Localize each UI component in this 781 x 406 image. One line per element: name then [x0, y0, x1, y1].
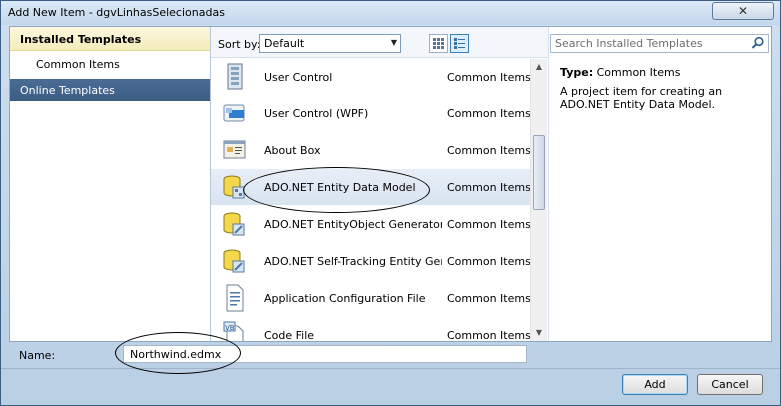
entity-generator-icon	[223, 212, 245, 236]
cancel-button[interactable]: Cancel	[697, 374, 763, 395]
template-category: Common Items	[447, 255, 531, 268]
title-bar: Add New Item - dgvLinhasSelecionadas ✕	[1, 1, 780, 25]
template-item[interactable]: VB Code File Common Items	[211, 317, 538, 341]
nav-online-templates[interactable]: Online Templates	[10, 79, 210, 101]
template-item[interactable]: ADO.NET Self-Tracking Entity Gener... Co…	[211, 243, 538, 279]
small-icons-view-button[interactable]	[429, 34, 448, 53]
template-category: Common Items	[447, 71, 531, 84]
template-type: Type: Common Items	[560, 66, 680, 79]
chevron-down-icon: ▼	[390, 38, 397, 47]
entity-generator-icon	[223, 249, 245, 273]
add-new-item-dialog: Add New Item - dgvLinhasSelecionadas ✕ I…	[0, 0, 781, 406]
name-label: Name:	[19, 349, 56, 362]
add-button[interactable]: Add	[622, 374, 688, 395]
scroll-down-icon[interactable]: ▼	[531, 325, 547, 341]
template-list: User Control Common Items User Control (…	[211, 59, 538, 341]
search-installed-templates-input[interactable]: Search Installed Templates	[550, 34, 769, 53]
template-navigation: Installed Templates Common Items Online …	[10, 27, 211, 341]
template-category: Common Items	[447, 218, 531, 231]
sort-by-dropdown[interactable]: Default ▼	[259, 34, 401, 53]
nav-common-items[interactable]: Common Items	[36, 58, 120, 71]
template-description: A project item for creating an ADO.NET E…	[560, 85, 723, 111]
scrollbar-thumb[interactable]	[533, 135, 545, 210]
type-value: Common Items	[596, 66, 681, 79]
type-label: Type:	[560, 66, 594, 79]
list-view-icon	[454, 38, 465, 49]
template-category: Common Items	[447, 292, 531, 305]
sort-by-value: Default	[264, 37, 305, 50]
template-name: User Control (WPF)	[264, 107, 369, 120]
wpf-user-control-icon	[223, 104, 245, 122]
code-file-icon: VB	[223, 321, 244, 341]
template-name: Application Configuration File	[264, 292, 426, 305]
search-icon[interactable]	[751, 36, 765, 50]
template-name: About Box	[264, 144, 321, 157]
template-item[interactable]: ADO.NET EntityObject Generator Common It…	[211, 206, 538, 242]
nav-installed-templates[interactable]: Installed Templates	[10, 27, 210, 51]
config-file-icon	[226, 284, 244, 312]
search-placeholder: Search Installed Templates	[555, 37, 703, 50]
template-category: Common Items	[447, 181, 531, 194]
template-name: ADO.NET Self-Tracking Entity Gener...	[264, 255, 442, 268]
entity-model-icon	[223, 175, 245, 199]
template-category: Common Items	[447, 107, 531, 120]
template-name: ADO.NET EntityObject Generator	[264, 218, 442, 231]
scroll-up-icon[interactable]: ▲	[531, 59, 547, 75]
template-list-scrollbar[interactable]: ▲ ▼	[530, 59, 547, 341]
content-area: Installed Templates Common Items Online …	[9, 26, 772, 342]
close-button[interactable]: ✕	[712, 2, 774, 20]
template-item[interactable]: Application Configuration File Common It…	[211, 280, 538, 316]
about-box-icon	[223, 140, 246, 159]
medium-icons-view-button[interactable]	[450, 34, 469, 53]
template-item-selected[interactable]: ADO.NET Entity Data Model Common Items	[211, 169, 538, 205]
details-panel: Search Installed Templates Type: Common …	[548, 27, 771, 341]
template-category: Common Items	[447, 329, 531, 341]
user-control-icon	[227, 63, 243, 90]
template-name: User Control	[264, 71, 333, 84]
window-title: Add New Item - dgvLinhasSelecionadas	[8, 6, 225, 19]
template-item[interactable]: User Control Common Items	[211, 59, 538, 95]
small-icons-view-icon	[433, 38, 444, 49]
template-item[interactable]: User Control (WPF) Common Items	[211, 95, 538, 131]
svg-text:VB: VB	[225, 324, 235, 332]
divider	[1, 368, 780, 369]
template-item[interactable]: About Box Common Items	[211, 132, 538, 168]
template-category: Common Items	[447, 144, 531, 157]
name-input[interactable]: Northwind.edmx	[123, 345, 527, 363]
sort-by-label: Sort by:	[218, 38, 261, 51]
close-icon: ✕	[737, 4, 749, 18]
template-name: Code File	[264, 329, 315, 341]
template-name: ADO.NET Entity Data Model	[264, 181, 416, 194]
